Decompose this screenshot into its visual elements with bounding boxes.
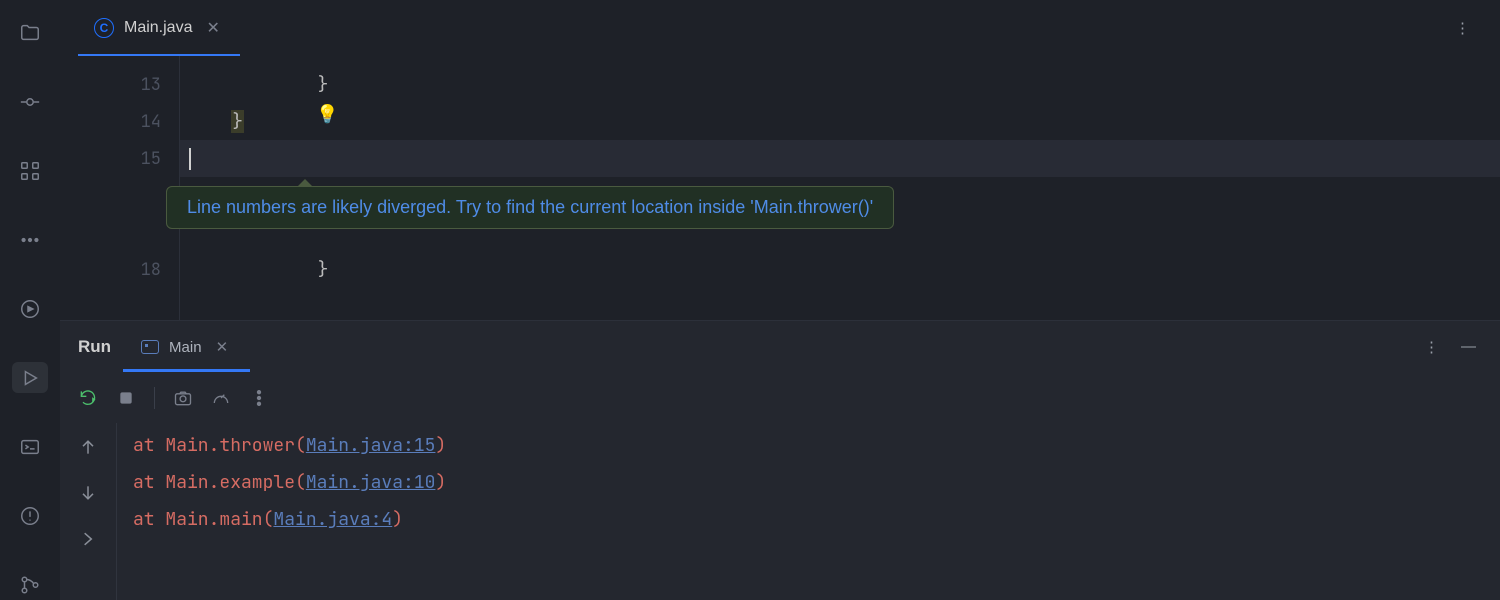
stack-frame: at Main.thrower(Main.java:15) xyxy=(133,427,1500,464)
stack-link[interactable]: Main.java:10 xyxy=(306,471,436,494)
code-line[interactable]: } xyxy=(180,103,1500,140)
project-icon[interactable] xyxy=(12,18,48,49)
run-more-icon[interactable]: ⋮ xyxy=(1424,338,1439,356)
run-tool-window: Run Main ✕ ⋮ — xyxy=(60,320,1500,600)
run-side-actions xyxy=(60,423,116,600)
line-number: 15 xyxy=(60,140,179,177)
commit-icon[interactable] xyxy=(12,87,48,118)
run-toolbar xyxy=(60,373,1500,423)
console-output[interactable]: at Main.thrower(Main.java:15) at Main.ex… xyxy=(117,423,1500,600)
services-icon[interactable] xyxy=(12,294,48,325)
vcs-icon[interactable] xyxy=(12,569,48,600)
run-icon[interactable] xyxy=(12,362,48,393)
profiler-button[interactable] xyxy=(211,388,231,408)
line-number: 18 xyxy=(60,251,179,288)
navigation-tooltip: Line numbers are likely diverged. Try to… xyxy=(166,186,894,229)
toolbar-separator xyxy=(154,387,155,409)
structure-icon[interactable] xyxy=(12,156,48,187)
run-minimize-icon[interactable]: — xyxy=(1461,338,1476,356)
run-toolbar-more[interactable] xyxy=(249,388,269,408)
run-header: Run Main ✕ ⋮ — xyxy=(60,321,1500,373)
stack-link[interactable]: Main.java:15 xyxy=(306,434,436,457)
stack-link[interactable]: Main.java:4 xyxy=(273,508,392,531)
run-config-tab[interactable]: Main ✕ xyxy=(129,328,244,366)
run-title-label: Run xyxy=(78,337,111,357)
code-line[interactable]: } xyxy=(180,251,1500,288)
screenshot-button[interactable] xyxy=(173,388,193,408)
run-tab-label: Main xyxy=(169,339,202,356)
editor-tab-main-java[interactable]: C Main.java ✕ xyxy=(78,0,240,56)
run-body: at Main.thrower(Main.java:15) at Main.ex… xyxy=(60,423,1500,600)
terminal-icon[interactable] xyxy=(12,431,48,462)
code-line-current[interactable] xyxy=(180,140,1500,177)
line-number: 14 xyxy=(60,103,179,140)
line-number xyxy=(60,177,179,214)
stack-frame: at Main.main(Main.java:4) xyxy=(133,501,1500,538)
stack-frame: at Main.example(Main.java:10) xyxy=(133,464,1500,501)
code-editor[interactable]: 13 14 15 18 } } static void thrower() { … xyxy=(60,56,1500,320)
tool-window-bar xyxy=(0,0,60,600)
tab-filename-label: Main.java xyxy=(124,19,192,37)
run-tab-close-icon[interactable]: ✕ xyxy=(212,338,233,356)
problems-icon[interactable] xyxy=(12,500,48,531)
rerun-button[interactable] xyxy=(78,388,98,408)
line-number xyxy=(60,214,179,251)
scroll-down-icon[interactable] xyxy=(78,483,98,503)
editor-tab-bar: C Main.java ✕ ⋮ xyxy=(60,0,1500,56)
line-number: 13 xyxy=(60,66,179,103)
more-icon[interactable] xyxy=(12,225,48,256)
line-number-gutter: 13 14 15 18 xyxy=(60,56,180,320)
java-class-icon: C xyxy=(94,18,114,38)
code-line[interactable]: } xyxy=(180,66,1500,103)
stop-button[interactable] xyxy=(116,388,136,408)
editor-tabs-more-icon[interactable]: ⋮ xyxy=(1445,13,1480,43)
run-config-icon xyxy=(141,340,159,354)
run-header-actions: ⋮ — xyxy=(1424,338,1476,356)
tab-close-icon[interactable]: ✕ xyxy=(202,18,223,38)
main-area: C Main.java ✕ ⋮ ✓ 13 14 15 18 } } static… xyxy=(60,0,1500,600)
code-content: } } static void thrower() { } 💡 Line num… xyxy=(180,56,1500,320)
caret xyxy=(189,148,191,170)
scroll-up-icon[interactable] xyxy=(78,437,98,457)
expand-icon[interactable] xyxy=(78,529,98,549)
